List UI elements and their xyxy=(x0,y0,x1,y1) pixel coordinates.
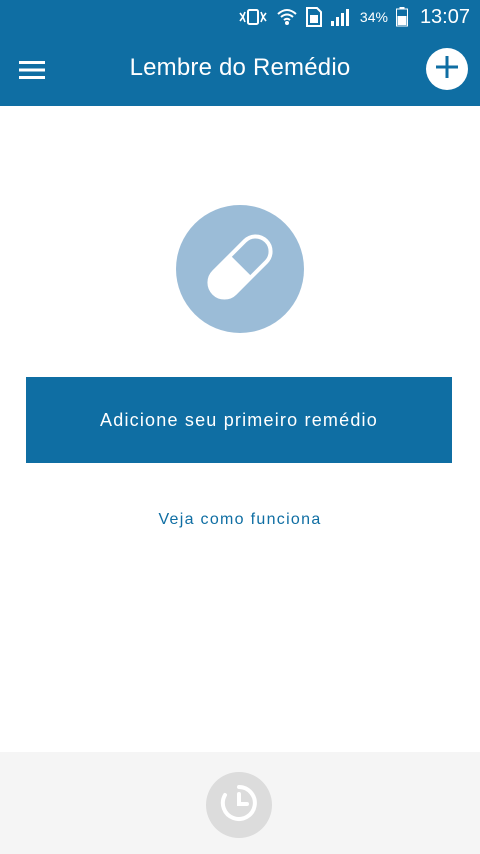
bottom-area xyxy=(0,752,480,854)
signal-icon xyxy=(330,0,352,34)
wifi-icon xyxy=(276,0,298,34)
app-bar: Lembre do Remédio xyxy=(0,34,480,106)
app-title: Lembre do Remédio xyxy=(129,54,351,81)
status-time: 13:07 xyxy=(419,5,470,28)
pill-illustration xyxy=(176,205,304,333)
status-bar: 34% 13:07 xyxy=(0,0,480,34)
sim-icon xyxy=(305,0,322,34)
battery-icon xyxy=(395,0,408,34)
history-button[interactable] xyxy=(206,772,272,838)
vibrate-icon xyxy=(238,0,268,34)
add-first-medicine-button[interactable]: Adicione seu primeiro remédio xyxy=(26,377,452,463)
battery-percent: 34% xyxy=(359,9,388,25)
how-it-works-link[interactable]: Veja como funciona xyxy=(0,511,480,529)
clock-icon xyxy=(219,783,259,828)
pill-icon xyxy=(195,222,285,317)
add-medicine-button[interactable] xyxy=(426,48,468,90)
plus-icon xyxy=(434,54,460,85)
add-first-medicine-label: Adicione seu primeiro remédio xyxy=(100,409,378,430)
